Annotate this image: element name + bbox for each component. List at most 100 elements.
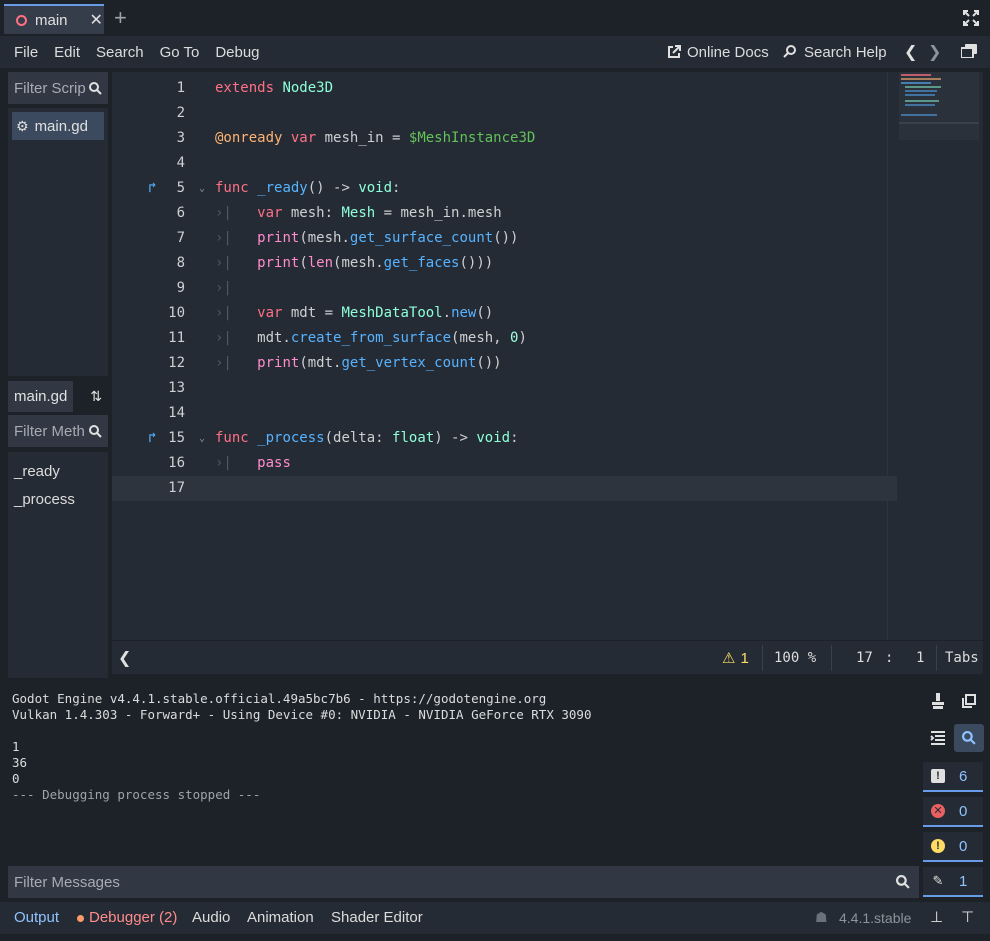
code-line[interactable]: 9 ›| (112, 276, 897, 301)
tab-animation[interactable]: Animation (247, 909, 314, 926)
connected-signal-icon[interactable]: ↱ (148, 426, 156, 451)
sort-icon[interactable]: ⇅ (90, 388, 102, 405)
menu-debug[interactable]: Debug (207, 44, 267, 61)
help-search-icon (783, 45, 796, 58)
method-item[interactable]: _process (14, 486, 102, 514)
online-docs-button[interactable]: Online Docs (667, 36, 769, 68)
minimap[interactable] (899, 72, 979, 140)
output-line: 0 (12, 771, 20, 786)
code-line[interactable]: 2 (112, 101, 897, 126)
line-number: 9 (176, 280, 185, 296)
warnings-button[interactable]: ⚠ 1 (722, 649, 749, 668)
tab-shader-editor[interactable]: Shader Editor (331, 909, 423, 926)
distraction-free-icon[interactable] (962, 9, 982, 29)
output-line: --- Debugging process stopped --- (12, 787, 261, 802)
current-script-label: main.gd (8, 380, 74, 412)
filter-messages-toggle[interactable]: ! 6 (923, 762, 983, 792)
code-text: extends Node3D (215, 80, 334, 96)
collapse-duplicates-icon[interactable] (923, 724, 953, 752)
make-floating-icon[interactable] (960, 44, 977, 59)
line-number: 14 (168, 405, 185, 421)
search-icon (89, 424, 102, 438)
code-text: ›| var mesh: Mesh = mesh_in.mesh (215, 205, 502, 221)
message-icon: ! (931, 769, 945, 783)
code-line[interactable]: 7 ›| print(mesh.get_surface_count()) (112, 226, 897, 251)
history-forward-icon[interactable]: ❯ (928, 42, 941, 62)
code-line[interactable]: 1 extends Node3D (112, 76, 897, 101)
line-number: 4 (176, 155, 185, 171)
line-number: 1 (176, 80, 185, 96)
cursor-separator: : (885, 650, 894, 666)
close-tab-icon[interactable]: ✕ (90, 10, 103, 30)
filter-methods-input[interactable]: Filter Meth (8, 415, 108, 447)
menu-edit[interactable]: Edit (46, 44, 88, 61)
add-tab-button[interactable]: + (114, 4, 127, 32)
line-number: 6 (176, 205, 185, 221)
scene-tab-bar: main ✕ + (0, 0, 990, 36)
code-line[interactable]: 15 ↱ ⌄ func _process(delta: float) -> void: (112, 426, 897, 451)
clear-output-icon[interactable] (923, 687, 953, 715)
code-line[interactable]: 17 (112, 476, 897, 501)
bottom-panel-tabs: Output Debugger (2) Audio Animation Shad… (0, 902, 990, 934)
tab-debugger[interactable]: Debugger (2) (89, 909, 177, 926)
menu-bar: File Edit Search Go To Debug Online Docs… (0, 36, 990, 68)
code-text: ›| var mdt = MeshDataTool.new() (215, 305, 494, 321)
filter-messages-input[interactable]: Filter Messages (8, 866, 919, 898)
tab-main[interactable]: main ✕ (4, 4, 104, 34)
panel-splitter[interactable] (0, 678, 990, 682)
menu-goto[interactable]: Go To (152, 44, 208, 61)
code-text: ›| mdt.create_from_surface(mesh, 0) (215, 330, 527, 346)
filter-editor-toggle[interactable]: ✎ 1 (923, 867, 983, 897)
code-text: ›| pass (215, 455, 291, 471)
filter-errors-toggle[interactable]: ✕ 0 (923, 797, 983, 827)
search-help-button[interactable]: Search Help (782, 36, 887, 68)
copy-output-icon[interactable] (954, 687, 984, 715)
code-line[interactable]: 16 ›| pass (112, 451, 897, 476)
fold-icon[interactable]: ⌄ (199, 176, 205, 201)
external-link-icon (668, 45, 681, 58)
toggle-sidebar-icon[interactable]: ❮ (118, 648, 131, 668)
filter-scripts-input[interactable]: Filter Scrip (8, 72, 108, 104)
expand-panel-icon[interactable]: ⊤ (961, 908, 974, 926)
code-line[interactable]: 3 @onready var mesh_in = $MeshInstance3D (112, 126, 897, 151)
code-line[interactable]: 13 (112, 376, 897, 401)
connected-signal-icon[interactable]: ↱ (148, 176, 156, 201)
fold-icon[interactable]: ⌄ (199, 426, 205, 451)
method-item[interactable]: _ready (14, 458, 102, 486)
history-back-icon[interactable]: ❮ (904, 42, 917, 62)
code-line[interactable]: 4 (112, 151, 897, 176)
script-item-main[interactable]: ⚙ main.gd (12, 112, 104, 140)
line-number: 16 (168, 455, 185, 471)
indent-mode[interactable]: Tabs (945, 650, 979, 666)
filter-warnings-toggle[interactable]: ! 0 (923, 832, 983, 862)
line-number: 7 (176, 230, 185, 246)
pin-panel-icon[interactable]: ⊥ (930, 908, 943, 926)
code-line[interactable]: 6 ›| var mesh: Mesh = mesh_in.mesh (112, 201, 897, 226)
script-sidebar: Filter Scrip ⚙ main.gd main.gd ⇅ Filter … (8, 72, 108, 680)
debugger-status-icon (77, 915, 84, 922)
line-number: 8 (176, 255, 185, 271)
search-icon (896, 875, 910, 889)
code-line[interactable]: 10 ›| var mdt = MeshDataTool.new() (112, 301, 897, 326)
cursor-column: 1 (916, 650, 925, 666)
code-editor[interactable]: 1 extends Node3D 2 3 @onready var mesh_in = … (112, 72, 983, 640)
output-line: 1 (12, 739, 20, 754)
line-number: 15 (168, 430, 185, 446)
tab-audio[interactable]: Audio (192, 909, 230, 926)
search-toggle-icon[interactable] (954, 724, 984, 752)
code-line[interactable]: 12 ›| print(mdt.get_vertex_count()) (112, 351, 897, 376)
code-line[interactable]: 8 ›| print(len(mesh.get_faces())) (112, 251, 897, 276)
version-icon: ☗ (815, 909, 828, 925)
output-line: Godot Engine v4.4.1.stable.official.49a5… (12, 691, 547, 706)
version-label[interactable]: 4.4.1.stable (839, 910, 911, 926)
menu-search[interactable]: Search (88, 44, 152, 61)
code-line[interactable]: 5 ↱ ⌄ func _ready() -> void: (112, 176, 897, 201)
code-line[interactable]: 14 (112, 401, 897, 426)
code-line[interactable]: 11 ›| mdt.create_from_surface(mesh, 0) (112, 326, 897, 351)
minimap-divider (887, 72, 888, 640)
menu-file[interactable]: File (6, 44, 46, 61)
zoom-level[interactable]: 100 % (774, 650, 816, 666)
tab-output[interactable]: Output (14, 909, 59, 926)
code-text: @onready var mesh_in = $MeshInstance3D (215, 130, 536, 146)
